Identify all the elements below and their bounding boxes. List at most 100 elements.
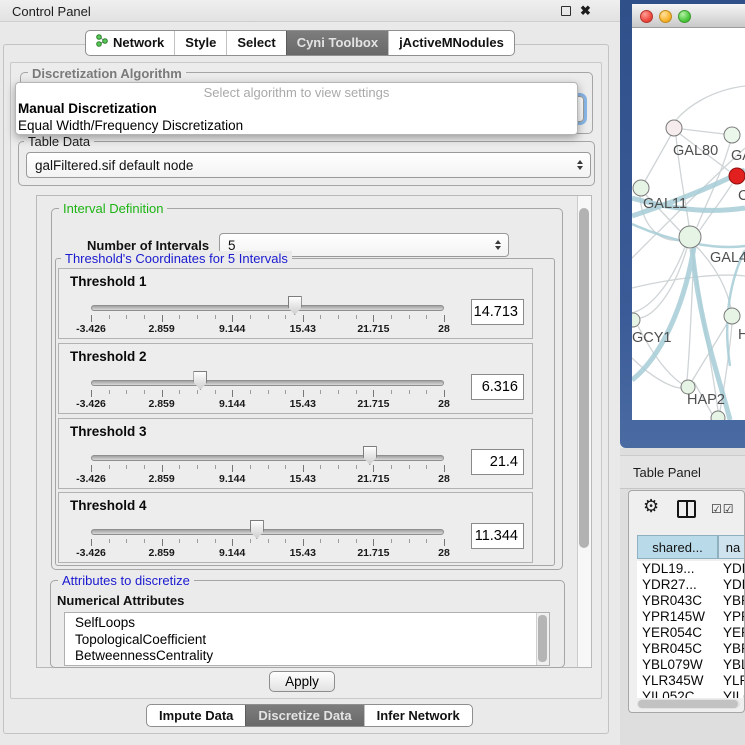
tick-mark [197, 390, 198, 394]
tick-mark [109, 465, 110, 469]
threshold-value-field[interactable]: 21.4 [471, 449, 524, 475]
algorithm-dropdown-popup: Select algorithm to view settings Manual… [15, 82, 578, 135]
minimize-traffic-light-icon[interactable] [659, 10, 672, 23]
node-label-hap2: HAP2 [687, 392, 725, 408]
tab-label: Select [237, 31, 275, 55]
tick-mark [391, 539, 392, 543]
close-traffic-light-icon[interactable] [640, 10, 653, 23]
tick-mark [250, 539, 251, 543]
cell-shared-name: YER054C [637, 625, 718, 641]
tick-mark [409, 315, 410, 319]
tick-mark [320, 390, 321, 394]
table-row[interactable]: YDR27...YDR2... [637, 577, 745, 593]
threshold-label: Threshold 1 [70, 274, 147, 289]
table-row[interactable]: YER054CYER0... [637, 625, 745, 641]
tick-mark [109, 539, 110, 543]
network-window-titlebar[interactable] [632, 4, 745, 28]
threshold-value-field[interactable]: 6.316 [471, 374, 524, 400]
threshold-slider-thumb[interactable] [363, 446, 377, 465]
checkbox-icons[interactable]: ☑☑ [711, 502, 735, 516]
settings-scrollbar-thumb[interactable] [579, 208, 589, 548]
discretization-algorithm-group-title: Discretization Algorithm [28, 66, 186, 81]
tick-mark [197, 315, 198, 319]
tab-label: Impute Data [159, 705, 233, 726]
network-node-node-top-right[interactable] [724, 127, 740, 143]
algorithm-option-equal-width-frequency-discretization[interactable]: Equal Width/Frequency Discretization [16, 118, 577, 135]
threshold-slider-thumb[interactable] [288, 296, 302, 315]
threshold-slider-thumb[interactable] [193, 371, 207, 390]
apply-button[interactable]: Apply [269, 671, 335, 692]
tick-mark [426, 539, 427, 543]
threshold-value-field[interactable]: 11.344 [471, 523, 524, 549]
tick-mark [391, 465, 392, 469]
close-icon[interactable]: ✖ [580, 3, 591, 19]
numerical-attributes-list[interactable]: SelfLoopsTopologicalCoefficientBetweenne… [64, 612, 550, 666]
tick-mark [162, 539, 163, 546]
tick-mark [426, 390, 427, 394]
tick-mark [91, 390, 92, 397]
table-data-select[interactable]: galFiltered.sif default node [26, 152, 591, 178]
attribute-item-betweennesscentrality[interactable]: BetweennessCentrality [75, 648, 549, 665]
tab-style[interactable]: Style [174, 31, 226, 55]
network-node-node-bottom[interactable] [711, 411, 725, 420]
tab-infer-network[interactable]: Infer Network [364, 705, 472, 726]
node-label-gal11: GAL11 [643, 196, 687, 212]
table-hscrollbar-track[interactable] [637, 699, 740, 709]
network-node-gal80[interactable] [666, 120, 682, 136]
tab-discretize-data[interactable]: Discretize Data [245, 705, 363, 726]
threshold-slider-track[interactable] [91, 529, 444, 535]
threshold-slider-track[interactable] [91, 305, 444, 311]
tick-mark [356, 465, 357, 469]
zoom-traffic-light-icon[interactable] [678, 10, 691, 23]
numerical-attributes-label: Numerical Attributes [57, 593, 184, 608]
threshold-value-field[interactable]: 14.713 [471, 299, 524, 325]
table-hscrollbar-thumb[interactable] [638, 700, 738, 708]
tick-mark [303, 465, 304, 472]
table-row[interactable]: YIL052CYIL0... [637, 689, 745, 698]
gear-icon[interactable]: ⚙ [643, 496, 659, 517]
node-label-c: C [738, 188, 745, 204]
tab-jactivemnodules[interactable]: jActiveMNodules [388, 31, 514, 55]
node-table[interactable]: YDL19...YDL1...YDR27...YDR2...YBR043CYBR… [637, 561, 745, 698]
tick-mark [126, 390, 127, 394]
tab-network[interactable]: Network [86, 31, 174, 55]
cell-shared-name: YDL19... [637, 561, 718, 577]
attribute-item-selfloops[interactable]: SelfLoops [75, 615, 549, 632]
table-panel: ⚙ ☑☑ shared... na YDL19...YDL1...YDR27..… [628, 490, 745, 713]
tick-mark [426, 315, 427, 319]
combo-arrows-icon [495, 240, 501, 250]
threshold-slider-thumb[interactable] [250, 520, 264, 539]
table-row[interactable]: YBR043CYBR0... [637, 593, 745, 609]
tick-mark [197, 465, 198, 469]
attribute-item-topologicalcoefficient[interactable]: TopologicalCoefficient [75, 632, 549, 649]
network-node-h-node[interactable] [724, 308, 740, 324]
table-row[interactable]: YPR145WYPR1... [637, 609, 745, 625]
algorithm-option-manual-discretization[interactable]: Manual Discretization [16, 101, 577, 118]
column-header-shared-name[interactable]: shared... [637, 535, 718, 559]
table-row[interactable]: YBL079WYBL0... [637, 657, 745, 673]
tick-label: 9.144 [219, 323, 245, 335]
column-header-name[interactable]: na [718, 535, 745, 559]
cell-name: YLR3... [718, 673, 745, 689]
attributes-scrollbar-thumb[interactable] [538, 615, 547, 662]
float-panel-icon[interactable] [561, 6, 571, 16]
table-row[interactable]: YBR045CYBR0... [637, 641, 745, 657]
tick-label: 28 [438, 323, 450, 335]
table-row[interactable]: YLR345WYLR3... [637, 673, 745, 689]
network-view-canvas[interactable]: GAL80GAGAL11CGAL4GCY1HHAP2 [632, 28, 745, 420]
tab-select[interactable]: Select [226, 31, 285, 55]
threshold-slider-track[interactable] [91, 455, 444, 461]
network-node-selected-red[interactable] [729, 168, 745, 184]
table-row[interactable]: YDL19...YDL1... [637, 561, 745, 577]
threshold-slider-track[interactable] [91, 380, 444, 386]
tab-cyni-toolbox[interactable]: Cyni Toolbox [286, 31, 388, 55]
column-layout-icon[interactable] [677, 500, 696, 518]
network-node-gcy1[interactable] [632, 313, 640, 327]
cyni-mode-tab-bar: Impute Data Discretize DataInfer Network [146, 704, 473, 727]
network-node-gal11[interactable] [633, 180, 649, 196]
tab-impute-data[interactable]: Impute Data [147, 705, 245, 726]
tick-mark [285, 539, 286, 543]
tick-mark [144, 465, 145, 469]
tick-mark [232, 390, 233, 397]
network-node-gal4[interactable] [679, 226, 701, 248]
